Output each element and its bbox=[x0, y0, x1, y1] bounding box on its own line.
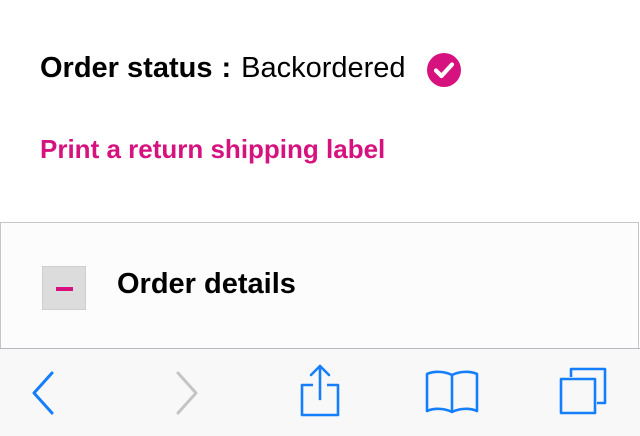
order-details-panel: Order details bbox=[0, 222, 639, 354]
minus-icon bbox=[56, 287, 73, 291]
browser-toolbar bbox=[0, 348, 640, 436]
chevron-left-icon bbox=[32, 371, 54, 415]
bookmarks-button[interactable] bbox=[424, 369, 480, 422]
tabs-button[interactable] bbox=[557, 365, 609, 422]
back-button[interactable] bbox=[28, 369, 60, 422]
page: Order status : Backordered Print a retur… bbox=[0, 0, 640, 436]
share-button[interactable] bbox=[298, 363, 342, 424]
order-status-row: Order status : Backordered bbox=[40, 50, 461, 87]
chevron-right-icon bbox=[176, 371, 198, 415]
collapse-details-button[interactable] bbox=[42, 266, 86, 310]
order-status-label: Order status bbox=[40, 51, 213, 84]
order-status-value: Backordered bbox=[241, 51, 406, 84]
tabs-icon bbox=[559, 367, 607, 415]
print-return-label-link[interactable]: Print a return shipping label bbox=[40, 134, 385, 165]
checkmark-circle-icon bbox=[426, 53, 461, 87]
share-icon bbox=[300, 364, 340, 417]
book-icon bbox=[425, 370, 479, 414]
forward-button[interactable] bbox=[170, 369, 202, 422]
order-details-title: Order details bbox=[117, 268, 296, 300]
order-status-separator: : bbox=[221, 51, 232, 84]
